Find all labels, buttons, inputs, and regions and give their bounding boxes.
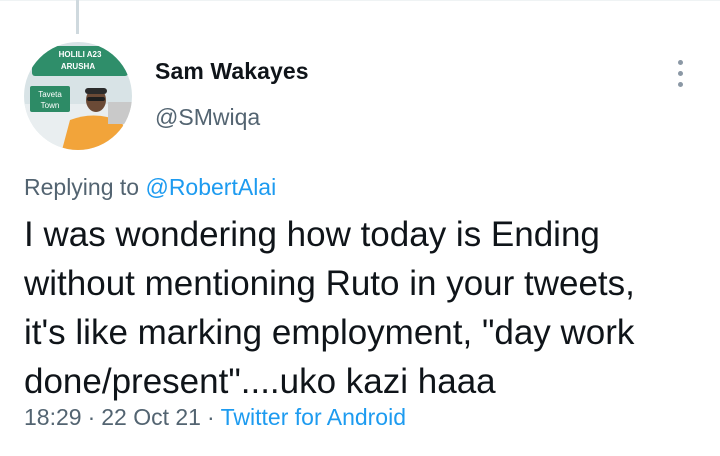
tweet-text-line: it's like marking employment, "day work (24, 313, 635, 352)
meta-separator-2: · (206, 404, 215, 430)
thread-connector-line (76, 0, 79, 34)
author-handle[interactable]: @SMwiqa (155, 104, 260, 131)
tweet-time[interactable]: 18:29 (24, 404, 82, 430)
tweet-text-line: done/present"....uko kazi haaa (24, 362, 496, 401)
avatar-small-sign-line-1: Taveta (38, 90, 62, 99)
tweet-date[interactable]: 22 Oct 21 (101, 404, 201, 430)
avatar-sign-line-2: ARUSHA (61, 62, 95, 71)
replying-to-label: Replying to (24, 174, 140, 200)
avatar-small-sign-line-2: Town (41, 101, 60, 110)
tweet-text-line: without mentioning Ruto in your tweets, (24, 264, 635, 303)
avatar-image: HOLILI A23 ARUSHA Taveta Town (24, 42, 132, 150)
tweet-meta: 18:29 · 22 Oct 21 · Twitter for Android (24, 404, 406, 431)
tweet-source-link[interactable]: Twitter for Android (221, 404, 406, 430)
author-name[interactable]: Sam Wakayes (155, 58, 309, 85)
more-vertical-icon-dot-2 (677, 70, 683, 76)
top-divider (0, 0, 720, 1)
more-vertical-icon-dot-3 (677, 81, 683, 87)
avatar-sign-line-1: HOLILI A23 (59, 50, 102, 59)
meta-separator: · (87, 404, 96, 430)
avatar[interactable]: HOLILI A23 ARUSHA Taveta Town (24, 42, 132, 150)
more-options-button[interactable] (664, 56, 696, 90)
tweet-text: I was wondering how today is Ending with… (24, 210, 704, 406)
more-vertical-icon (677, 59, 683, 65)
reply-to-handle-link[interactable]: @RobertAlai (145, 174, 276, 200)
tweet-text-line: I was wondering how today is Ending (24, 215, 600, 254)
replying-to: Replying to @RobertAlai (24, 174, 276, 201)
